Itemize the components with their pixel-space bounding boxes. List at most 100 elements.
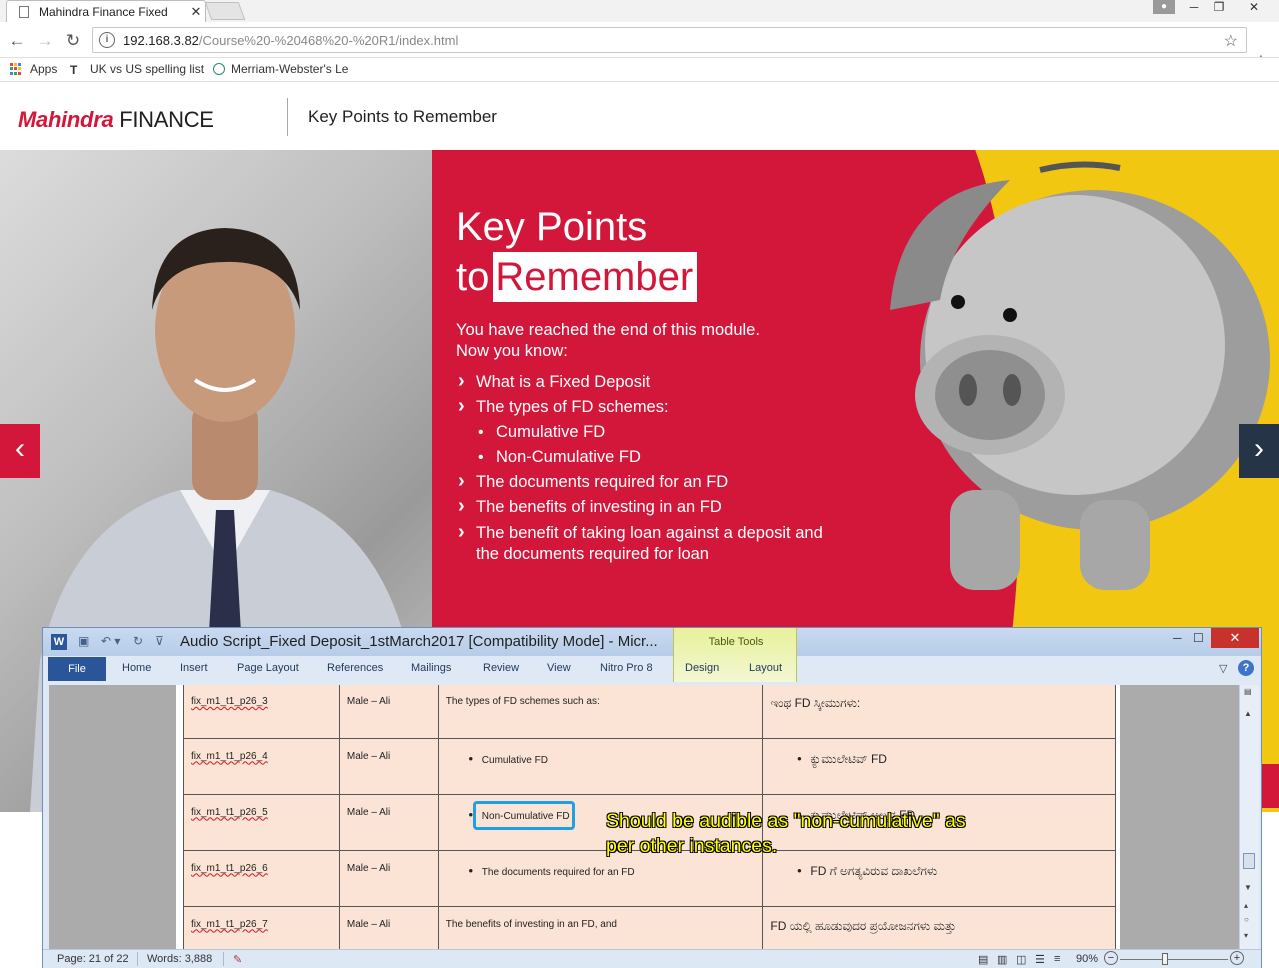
undo-icon[interactable]: ↶ ▾ — [101, 634, 120, 648]
ribbon-tab-references[interactable]: References — [327, 662, 383, 674]
word-minimize-icon[interactable]: ─ — [1173, 630, 1182, 648]
cell-voice[interactable]: Male – Ali — [338, 737, 439, 795]
bookmark-apps[interactable]: Apps — [10, 62, 57, 76]
cell-voice[interactable]: Male – Ali — [338, 685, 439, 739]
ruler-toggle-icon[interactable]: ▤ — [1244, 687, 1252, 696]
forward-icon[interactable]: → — [34, 30, 56, 52]
key-point-item: The documents required for an FD — [456, 469, 823, 495]
page-icon — [19, 5, 29, 18]
mahindra-finance-logo: Mahindra FINANCE — [18, 107, 214, 132]
bookmark-label: Apps — [30, 62, 58, 76]
cell-code[interactable]: fix_m1_t1_p26_7 — [183, 905, 340, 949]
page-title: Key Points to Remember — [308, 107, 497, 126]
intro-line: You have reached the end of this module. — [456, 321, 760, 339]
url-host: 192.168.3.82 — [123, 32, 199, 48]
scroll-down-icon[interactable]: ▼ — [1244, 883, 1252, 892]
bullet-icon: • — [468, 750, 474, 766]
word-close-button[interactable]: ✕ — [1211, 628, 1259, 648]
tab-title: Mahindra Finance Fixed — [39, 4, 168, 19]
key-point-subitem: Cumulative FD — [456, 420, 823, 445]
qat-customize-icon[interactable]: ⊽ — [155, 634, 164, 648]
prev-slide-button[interactable]: ‹ — [0, 424, 40, 478]
address-bar[interactable]: i 192.168.3.82/Course%20-%20468%20-%20R1… — [92, 27, 1247, 53]
ribbon-tab-insert[interactable]: Insert — [180, 662, 208, 674]
cell-kannada[interactable]: FD ಯಲ್ಲಿ ಹೂಡುವುದರ ಪ್ರಯೋಜನಗಳು ಮತ್ತು — [762, 905, 1116, 949]
view-reading-icon[interactable]: ▥ — [997, 953, 1007, 966]
browse-object-icon[interactable]: ○ — [1244, 915, 1249, 924]
bullet-icon: • — [468, 862, 474, 878]
table-row: fix_m1_t1_p26_7 Male – Ali The benefits … — [183, 905, 1116, 949]
next-slide-button[interactable]: › — [1239, 424, 1279, 478]
restore-icon[interactable]: ❐ — [1205, 0, 1233, 16]
ribbon-tab-mailings[interactable]: Mailings — [411, 662, 451, 674]
cell-code[interactable]: fix_m1_t1_p26_6 — [183, 849, 340, 907]
ribbon-tab-view[interactable]: View — [547, 662, 571, 674]
bookmark-label: UK vs US spelling list — [90, 62, 205, 76]
hero-intro: You have reached the end of this module.… — [456, 320, 760, 362]
reload-icon[interactable]: ↻ — [62, 30, 84, 52]
cell-code[interactable]: fix_m1_t1_p26_4 — [183, 737, 340, 795]
close-window-icon[interactable]: ✕ — [1240, 0, 1268, 16]
browser-tab[interactable]: Mahindra Finance Fixed ✕ — [6, 0, 206, 22]
word-titlebar: W ▣ ↶ ▾ ↻ ⊽ Audio Script_Fixed Deposit_1… — [43, 628, 1261, 656]
ribbon-collapse-icon[interactable]: ▽ — [1219, 662, 1227, 675]
key-point-item: The types of FD schemes: — [456, 394, 823, 420]
save-icon[interactable]: ▣ — [78, 634, 89, 648]
zoom-out-icon[interactable]: − — [1104, 951, 1118, 965]
vertical-scrollbar[interactable]: ▤ ▲ ▼ ▴ ○ ▾ — [1239, 685, 1259, 949]
key-point-continuation: the documents required for loan — [476, 545, 709, 563]
cell-voice[interactable]: Male – Ali — [338, 793, 439, 851]
cell-voice[interactable]: Male – Ali — [338, 905, 439, 949]
cell-english[interactable]: The benefits of investing in an FD, and — [437, 905, 764, 949]
view-web-icon[interactable]: ◫ — [1016, 953, 1026, 966]
table-row: fix_m1_t1_p26_4 Male – Ali • Cumulative F… — [183, 737, 1116, 795]
scroll-thumb[interactable] — [1243, 853, 1255, 869]
browser-toolbar: ← → ↻ i 192.168.3.82/Course%20-%20468%20… — [0, 22, 1279, 74]
help-icon[interactable]: ? — [1238, 660, 1254, 676]
status-page-count[interactable]: Page: 21 of 22 — [57, 953, 129, 965]
proofing-icon[interactable]: ✎ — [233, 953, 242, 966]
scroll-up-icon[interactable]: ▲ — [1244, 709, 1252, 718]
view-draft-icon[interactable]: ≡ — [1054, 953, 1060, 965]
zoom-level[interactable]: 90% — [1076, 953, 1098, 965]
ribbon-tab-home[interactable]: Home — [122, 662, 151, 674]
bookmark-merriam[interactable]: Merriam-Webster's Le — [213, 62, 348, 76]
tab-close-icon[interactable]: ✕ — [187, 4, 205, 20]
cell-kannada[interactable]: ಇಂಥ FD ಸ್ಕೀಮುಗಳು: — [762, 685, 1116, 739]
profile-icon[interactable]: ● — [1153, 0, 1175, 14]
ribbon-tab-page-layout[interactable]: Page Layout — [237, 662, 299, 674]
ribbon-tab-layout[interactable]: Layout — [749, 662, 782, 674]
bookmark-uk-us[interactable]: T UK vs US spelling list — [70, 62, 205, 77]
next-page-icon[interactable]: ▾ — [1244, 931, 1248, 940]
status-separator — [223, 952, 224, 966]
minimize-icon[interactable]: ─ — [1180, 0, 1208, 16]
status-word-count[interactable]: Words: 3,888 — [147, 953, 212, 965]
new-tab-button[interactable] — [204, 2, 246, 20]
cell-kannada[interactable]: • ಕ್ಯುಮುಲೇಟಿವ್ FD — [762, 737, 1116, 795]
cell-code[interactable]: fix_m1_t1_p26_3 — [183, 685, 340, 739]
hero-title-remember: Remember — [493, 252, 698, 302]
ribbon-tab-design[interactable]: Design — [685, 662, 719, 674]
table-row: fix_m1_t1_p26_3 Male – Ali The types of … — [183, 685, 1116, 739]
previous-page-icon[interactable]: ▴ — [1244, 901, 1248, 910]
view-outline-icon[interactable]: ☰ — [1035, 953, 1045, 966]
globe-icon — [213, 63, 225, 75]
ribbon-tab-nitro[interactable]: Nitro Pro 8 — [600, 662, 653, 674]
ribbon-tab-review[interactable]: Review — [483, 662, 519, 674]
cell-english[interactable]: The types of FD schemes such as: — [437, 685, 764, 739]
info-icon[interactable]: i — [99, 32, 115, 48]
piggy-bank-image — [890, 161, 1270, 590]
word-restore-icon[interactable]: ☐ — [1193, 630, 1204, 648]
redo-icon[interactable]: ↻ — [133, 634, 143, 648]
cell-english[interactable]: • Cumulative FD — [437, 737, 764, 795]
ribbon-tab-file[interactable]: File — [48, 657, 106, 681]
bookmark-star-icon[interactable]: ☆ — [1224, 31, 1238, 51]
site-t-icon: T — [70, 63, 78, 77]
back-icon[interactable]: ← — [6, 30, 28, 52]
zoom-slider-thumb[interactable] — [1162, 953, 1168, 965]
view-print-layout-icon[interactable]: ▤ — [978, 953, 988, 966]
zoom-in-icon[interactable]: + — [1230, 951, 1244, 965]
cell-code[interactable]: fix_m1_t1_p26_5 — [183, 793, 340, 851]
cell-voice[interactable]: Male – Ali — [338, 849, 439, 907]
zoom-slider-track[interactable] — [1120, 959, 1228, 960]
